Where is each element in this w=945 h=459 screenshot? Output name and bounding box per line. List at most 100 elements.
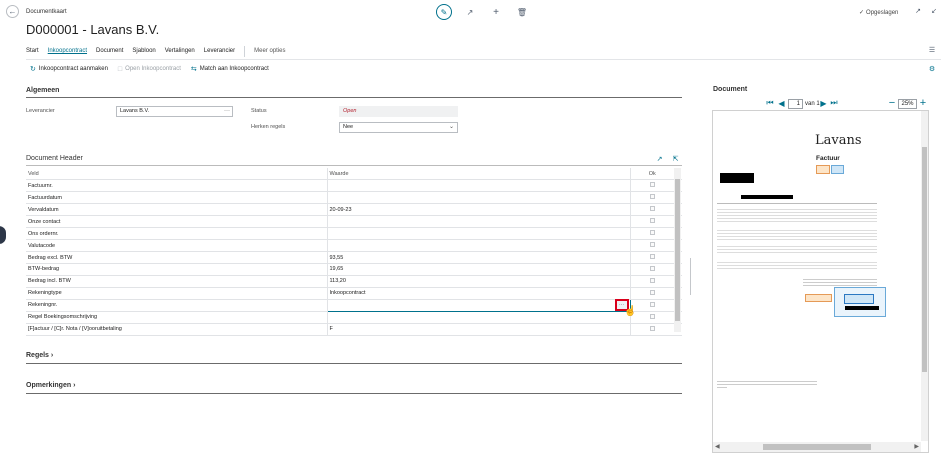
ok-checkbox[interactable] — [630, 191, 672, 205]
expand-icon[interactable]: ⇱ — [671, 154, 680, 163]
row-value[interactable] — [327, 239, 631, 253]
checkbox-icon[interactable] — [649, 277, 655, 283]
ok-checkbox[interactable] — [630, 203, 672, 217]
filter-icon[interactable]: ☰ — [927, 45, 937, 55]
table-row[interactable]: Bedrag excl. BTW 93,55 — [26, 251, 682, 264]
pencil-icon[interactable]: ✎ — [436, 4, 452, 20]
checkbox-icon[interactable] — [649, 325, 655, 331]
checkbox-icon[interactable] — [649, 265, 655, 271]
grid-scrollbar-thumb[interactable] — [675, 179, 680, 321]
previous-page-icon[interactable]: ◀ — [777, 98, 786, 108]
share-icon[interactable]: ↗ — [464, 6, 476, 18]
redacted-block — [720, 173, 754, 183]
table-row[interactable]: [F]actuur / [C]r. Nota / [V]ooruitbetali… — [26, 323, 682, 336]
invoice-line — [717, 268, 877, 269]
ok-checkbox[interactable] — [630, 239, 672, 253]
table-row[interactable]: BTW-bedrag 19,65 — [26, 263, 682, 276]
checkbox-icon[interactable] — [649, 218, 655, 224]
create-purchase-contract-button[interactable]: ↻ Inkoopcontract aanmaken — [30, 65, 108, 73]
checkbox-icon[interactable] — [649, 289, 655, 295]
checkbox-icon[interactable] — [649, 242, 655, 248]
ok-checkbox[interactable] — [630, 287, 672, 300]
tab-vertalingen[interactable]: Vertalingen — [165, 48, 195, 54]
lookup-icon[interactable]: ··· — [224, 107, 230, 116]
next-page-icon[interactable]: ▶ — [819, 98, 828, 108]
personalize-icon[interactable]: ⚙ — [927, 64, 937, 74]
checkbox-icon[interactable] — [649, 194, 655, 200]
match-purchase-contract-button[interactable]: ⇆ Match aan Inkoopcontract — [191, 65, 269, 73]
row-value[interactable]: 113,20 — [327, 275, 631, 288]
recognize-lines-select[interactable]: Nee ⌄ — [339, 122, 458, 133]
table-row[interactable]: Rekeningtype Inkoopcontract — [26, 287, 682, 300]
last-page-icon[interactable]: ⏭ — [829, 98, 839, 108]
page-number-input[interactable]: 1 — [788, 99, 803, 109]
first-page-icon[interactable]: ⏮ — [765, 98, 775, 108]
table-row[interactable]: Factuurnr. — [26, 179, 682, 193]
ok-checkbox[interactable] — [630, 227, 672, 241]
checkbox-icon[interactable] — [649, 313, 655, 319]
checkbox-icon[interactable] — [649, 254, 655, 260]
open-purchase-contract-button[interactable]: □ Open Inkoopcontract — [118, 66, 181, 73]
scroll-left-icon[interactable]: ◀ — [715, 443, 720, 450]
tab-sjabloon[interactable]: Sjabloon — [132, 48, 155, 54]
supplier-field[interactable]: Lavans B.V. ··· — [116, 106, 233, 117]
tab-leverancier[interactable]: Leverancier — [204, 48, 235, 54]
viewer-scrollbar[interactable] — [921, 111, 928, 441]
row-value[interactable]: 20-09-23 — [327, 203, 631, 217]
table-row[interactable]: Valutacode — [26, 239, 682, 253]
action-nav: Start Inkoopcontract Document Sjabloon V… — [26, 45, 295, 57]
ok-checkbox[interactable] — [630, 263, 672, 276]
scroll-right-icon[interactable]: ▶ — [914, 443, 919, 450]
zoom-in-icon[interactable]: + — [918, 97, 928, 109]
row-value[interactable] — [327, 215, 631, 229]
grid-scrollbar[interactable] — [674, 168, 681, 332]
collapse-icon[interactable]: ↙ — [929, 6, 939, 16]
checkbox-icon[interactable] — [649, 301, 655, 307]
viewer-scrollbar-thumb[interactable] — [922, 147, 927, 372]
zoom-input[interactable]: 25% — [898, 99, 917, 109]
table-row[interactable]: Bedrag incl. BTW 113,20 — [26, 275, 682, 288]
tab-document[interactable]: Document — [96, 48, 123, 54]
ok-checkbox[interactable] — [630, 179, 672, 193]
viewer-hscrollbar-thumb[interactable] — [763, 444, 871, 450]
plus-icon[interactable]: + — [490, 6, 502, 18]
tab-more-options[interactable]: Meer opties — [254, 48, 285, 54]
row-value-input[interactable]: ··· — [326, 298, 631, 312]
row-value[interactable]: F — [327, 323, 631, 336]
zoom-out-icon[interactable]: − — [887, 97, 897, 109]
row-value[interactable]: 19,65 — [327, 263, 631, 276]
lines-section-title[interactable]: Regels › — [26, 352, 53, 359]
table-row[interactable]: Vervaldatum 20-09-23 — [26, 203, 682, 217]
invoice-heading: Factuur — [816, 155, 840, 162]
share-grid-icon[interactable]: ↗ — [655, 154, 664, 163]
row-value[interactable]: Inkoopcontract — [327, 287, 631, 300]
table-row[interactable]: Factuurdatum — [26, 191, 682, 205]
back-arrow-icon[interactable]: ← — [6, 5, 19, 18]
viewer-hscrollbar[interactable]: ◀ ▶ — [713, 442, 921, 452]
checkbox-icon[interactable] — [649, 206, 655, 212]
side-handle[interactable] — [0, 226, 6, 244]
ok-checkbox[interactable] — [630, 323, 672, 336]
row-value[interactable]: 93,55 — [327, 251, 631, 264]
open-new-window-icon[interactable]: ↗ — [913, 6, 923, 16]
ok-checkbox[interactable] — [630, 215, 672, 229]
checkbox-icon[interactable] — [649, 230, 655, 236]
ok-checkbox[interactable] — [630, 251, 672, 264]
tab-start[interactable]: Start — [26, 48, 39, 54]
row-value[interactable] — [327, 179, 631, 193]
ok-checkbox[interactable] — [630, 275, 672, 288]
table-row[interactable]: Regel Boekingsomschrijving — [26, 311, 682, 324]
table-row[interactable]: Ons ordernr. — [26, 227, 682, 241]
invoice-line — [717, 221, 877, 222]
lines-section-label: Regels — [26, 352, 49, 359]
row-value[interactable] — [327, 191, 631, 205]
row-value[interactable] — [327, 311, 631, 324]
row-value[interactable] — [327, 227, 631, 241]
pane-splitter[interactable] — [690, 258, 691, 295]
tab-inkoopcontract[interactable]: Inkoopcontract — [48, 48, 87, 54]
remarks-section-title[interactable]: Opmerkingen › — [26, 382, 75, 389]
trash-icon[interactable]: 🗑 — [516, 6, 528, 18]
table-row-active[interactable]: Rekeningnr. ··· — [26, 298, 682, 312]
table-row[interactable]: Onze contact — [26, 215, 682, 229]
checkbox-icon[interactable] — [649, 182, 655, 188]
